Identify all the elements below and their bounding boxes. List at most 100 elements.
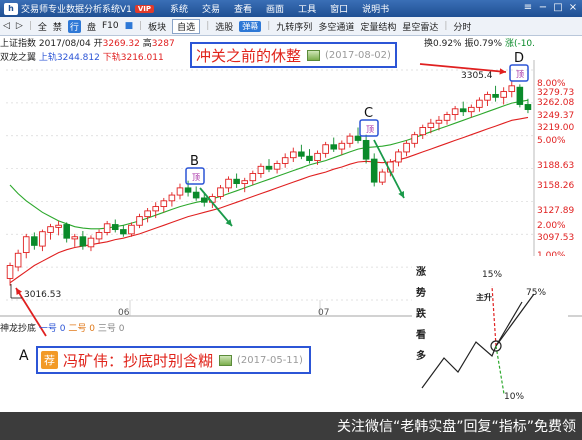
menu-manual[interactable]: 说明书 [362,2,389,15]
menu-view[interactable]: 查看 [234,2,252,15]
candle-down [492,93,499,98]
toolbar-stock-picker[interactable]: 选股 [215,20,233,33]
candle-up [427,122,435,128]
candles [6,80,532,286]
candle-up [476,99,483,108]
toolbar-square-icon[interactable]: ■ [125,21,134,31]
menu-bar: 系统 交易 查看 画面 工具 窗口 说明书 [170,0,403,17]
note-bottom-text: 冯矿伟：抄底时别含糊 [63,351,214,370]
prob-right-label: 75% [526,288,547,298]
candle-down [200,197,208,203]
toolbar-f10[interactable]: F10 [102,21,119,31]
marker-a-letter: A [19,348,29,364]
candle-up [346,135,354,144]
candle-up [14,252,22,268]
marker-d-glyph: 顶 [516,70,524,79]
candle-down [111,224,119,231]
marker-c-letter: C [364,106,373,121]
month-label-07: 07 [318,308,330,318]
image-icon [307,49,321,61]
price-tick-label: 3279.73 [537,88,574,98]
app-title: 交易师专业数据分析系统V1 [21,5,132,15]
toolbar-disk[interactable]: 盘 [87,20,96,33]
candle-up [273,162,281,170]
candle-down [306,155,313,162]
toolbar-nine-turn[interactable]: 九转序列 [276,20,312,33]
candle-up [47,226,54,233]
candle-up [168,194,176,202]
toolbar-bull-bear[interactable]: 多空通道 [318,20,354,33]
candle-up [22,236,30,254]
banner-text: 关注微信“老韩实盘”回复“指标”免费领 [336,419,576,435]
candle-down [265,165,273,170]
candle-up [500,91,507,98]
candle-down [192,191,200,199]
forward-arrow-icon[interactable]: ▷ [16,21,23,31]
app-logo-icon: h [4,2,18,15]
candle-down [79,236,87,247]
menu-window[interactable]: 窗口 [330,2,348,15]
toolbar-sector[interactable]: 板块 [148,20,166,33]
candle-up [217,187,224,197]
toolbar-all[interactable]: 全 [38,20,47,33]
probability-diagram: 涨 势 跌 看 多 15% 75% 主升 10% [412,256,568,406]
marker-d-letter: D [514,51,524,66]
price-axis: 8.00%3279.733262.083249.373219.005.00%31… [537,79,574,261]
candle-down [524,104,532,110]
vip-badge[interactable]: VIP [134,4,155,13]
toolbar-intraday[interactable]: 分时 [453,20,471,33]
up-15-line [491,285,497,347]
note-top[interactable]: 冲关之前的休整 (2017-08-02) [190,42,397,68]
month-label-06: 06 [118,308,130,318]
price-tick-label: 3262.08 [537,98,574,108]
arrow-note-to-d-head [499,68,506,75]
note-bottom[interactable]: 荐 冯矿伟：抄底时别含糊 (2017-05-11) [36,346,311,374]
candle-up [225,178,232,189]
menu-icon[interactable]: ≡ [521,1,535,15]
menu-trade[interactable]: 交易 [202,2,220,15]
note-top-date: (2017-08-02) [325,49,391,61]
lower-indicator-item-3: 三号 0 [97,324,125,334]
minimize-icon[interactable]: − [536,1,550,15]
down-10-line [495,345,505,395]
candle-down [31,236,38,246]
candle-up [241,180,249,185]
candle-down [184,187,192,193]
candle-up [451,108,459,116]
toolbar-quote[interactable]: 行 [67,19,81,33]
candle-up [395,151,402,163]
candle-up [87,237,95,248]
candle-up [443,114,451,121]
back-arrow-icon[interactable]: ◁ [3,21,10,31]
toolbar-quant-structure[interactable]: 定量结构 [360,20,396,33]
marker-b-glyph: 顶 [192,173,200,182]
menu-system[interactable]: 系统 [170,2,188,15]
menu-tools[interactable]: 工具 [298,2,316,15]
menu-layout[interactable]: 画面 [266,2,284,15]
toolbar-forbid[interactable]: 禁 [53,20,62,33]
candle-down [370,158,378,183]
candle-up [403,142,410,153]
note-top-text: 冲关之前的休整 [196,46,302,65]
up-75-line [495,293,535,347]
toolbar-star-radar[interactable]: 星空雷达 [402,20,438,33]
main-up-line [495,301,523,347]
watchlist-select[interactable]: 自选 [172,18,201,34]
candle-up [289,151,297,159]
candle-up [136,216,143,226]
candle-up [128,224,135,235]
candle-down [362,139,370,160]
price-tick-label: 3127.89 [537,206,574,216]
candle-up [152,206,159,212]
price-tick-label: 3219.00 [537,123,574,133]
candle-up [435,119,443,124]
low-price-label: 3016.53 [24,290,62,300]
toolbar-danmu[interactable]: 弹幕 [239,20,262,32]
close-icon[interactable]: × [566,1,580,15]
arrow-c-down [373,139,405,199]
candle-up [338,142,346,150]
image-icon [219,354,233,366]
price-tick-label: 5.00% [537,136,566,146]
candle-up [411,134,418,144]
maximize-icon[interactable]: □ [551,1,565,15]
